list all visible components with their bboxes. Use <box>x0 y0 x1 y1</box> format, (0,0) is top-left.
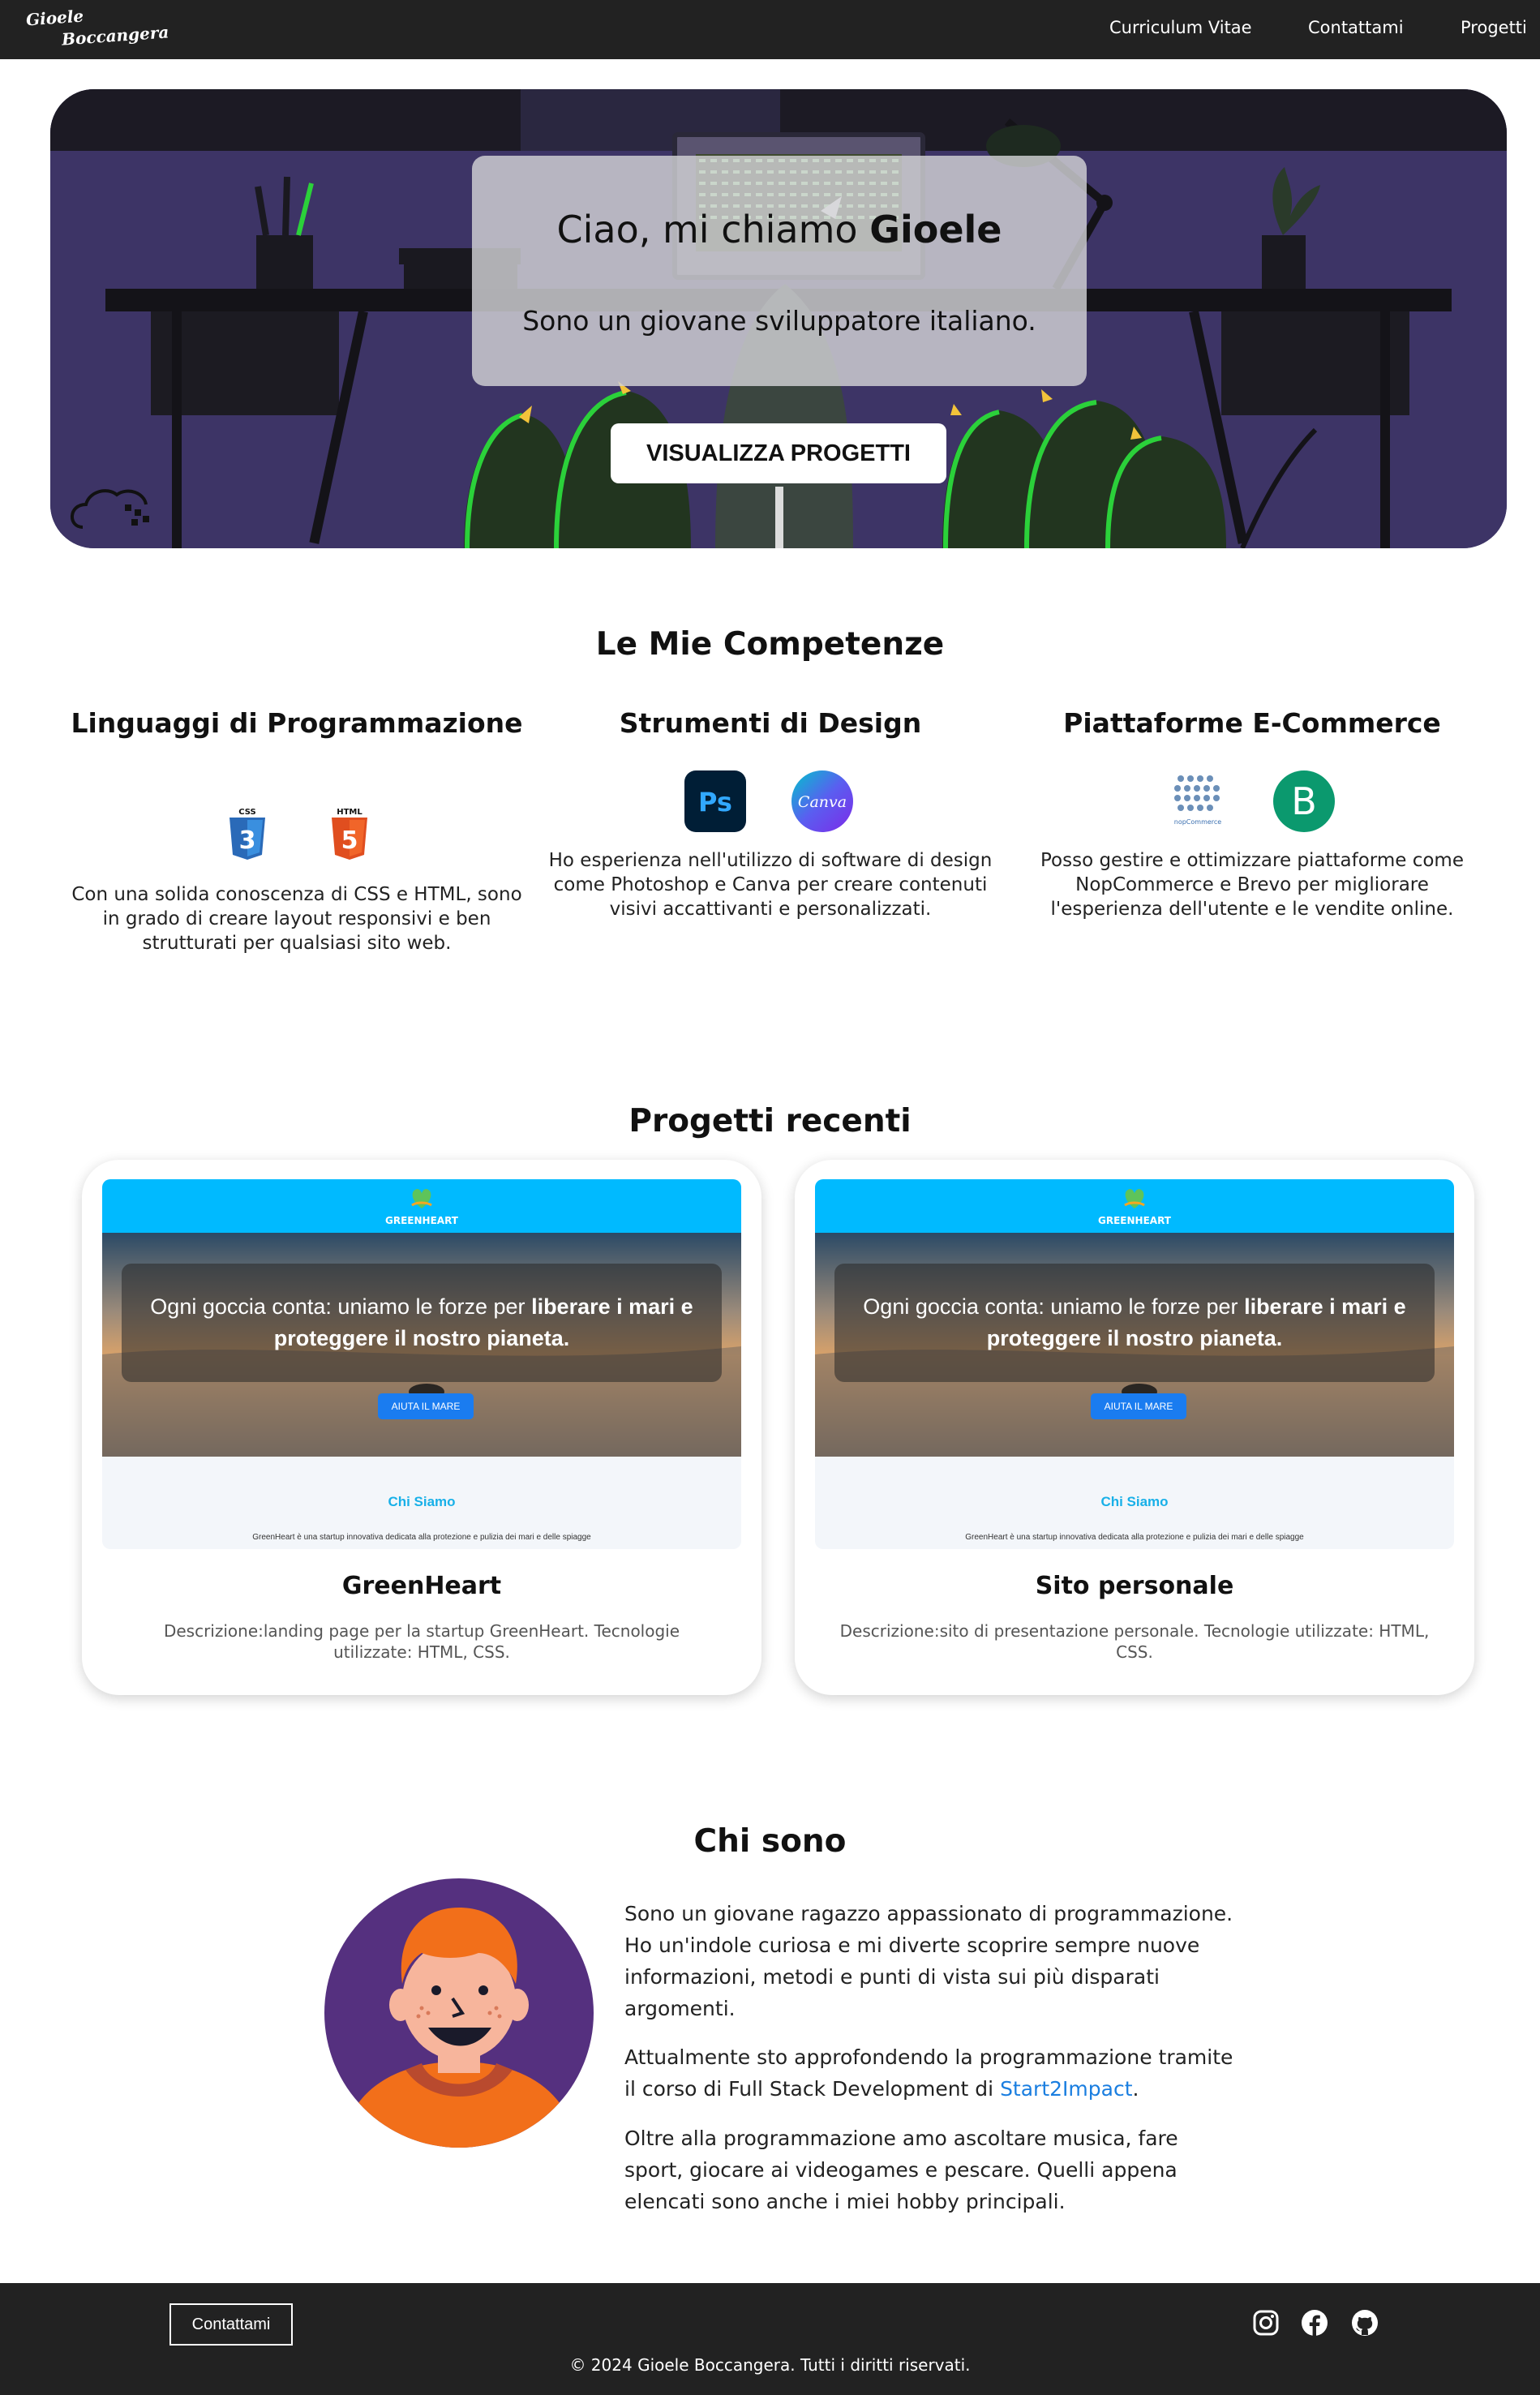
projects-section-title: Progetti recenti <box>628 1103 912 1140</box>
preview-slogan-bold: liberare i mari e <box>1244 1294 1406 1319</box>
nopcommerce-icon: nopCommerce <box>1174 775 1222 826</box>
footer: Contattami © 2024 Gioele Boccangera. Tut… <box>0 2283 1540 2395</box>
css3-icon-label: CSS <box>238 808 255 817</box>
preview-brand: GREENHEART <box>385 1215 458 1226</box>
skill-title: Strumenti di Design <box>619 707 922 739</box>
nav-link-curriculum[interactable]: Curriculum Vitae <box>1109 18 1252 37</box>
canva-icon-label: Canva <box>798 793 847 811</box>
preview-help-button: AIUTA IL MARE <box>378 1393 474 1419</box>
css3-icon: CSS 3 <box>229 808 265 860</box>
skills-section-title: Le Mie Competenze <box>595 626 945 663</box>
css3-icon-glyph: 3 <box>239 826 256 855</box>
hero-banner: Ciao, mi chiamo Gioele Sono un giovane s… <box>50 89 1507 548</box>
footer-contact-button[interactable]: Contattami <box>169 2303 293 2346</box>
preview-about-text: GreenHeart è una startup innovativa dedi… <box>252 1533 591 1542</box>
hero-greeting: Ciao, mi chiamo <box>556 208 870 251</box>
skill-title: Linguaggi di Programmazione <box>71 707 523 739</box>
view-projects-button[interactable]: VISUALIZZA PROGETTI <box>611 423 946 483</box>
project-preview-image: GREENHEART Ogni goccia conta: uniamo le … <box>815 1179 1454 1549</box>
skill-ecommerce-platforms: Piattaforme E-Commerce nopCommerce B Pos… <box>1025 706 1479 920</box>
preview-slogan: Ogni goccia conta: uniamo le forze per l… <box>127 1291 717 1354</box>
facebook-icon[interactable] <box>1301 2309 1328 2337</box>
about-paragraph-1: Sono un giovane ragazzo appassionato di … <box>624 1902 1233 2020</box>
skill-programming-languages: Linguaggi di Programmazione CSS 3 HTML 5… <box>70 706 524 954</box>
skill-title: Piattaforme E-Commerce <box>1063 707 1441 739</box>
instagram-icon[interactable] <box>1252 2309 1280 2337</box>
canva-icon: Canva <box>791 770 853 832</box>
skill-description: Con una solida conoscenza di CSS e HTML,… <box>71 884 522 954</box>
preview-brand: GREENHEART <box>1098 1215 1171 1226</box>
about-section-title: Chi sono <box>693 1823 847 1860</box>
skill-icons-row: nopCommerce B <box>1025 770 1479 835</box>
html5-icon: HTML 5 <box>332 808 367 860</box>
greenheart-logo-icon <box>411 1189 432 1208</box>
about-paragraph-2: Attualmente sto approfondendo la program… <box>624 2041 1241 2105</box>
site-logo[interactable]: Gioele Boccangera <box>24 6 170 52</box>
skill-icons-row: CSS 3 HTML 5 <box>70 806 524 871</box>
html5-icon-glyph: 5 <box>341 826 358 855</box>
project-description: Descrizione:landing page per la startup … <box>163 1621 680 1662</box>
preview-slogan-bold: proteggere il nostro pianeta. <box>986 1326 1283 1350</box>
preview-slogan-bold: proteggere il nostro pianeta. <box>273 1326 570 1350</box>
project-card-greenheart[interactable]: GREENHEART Ogni goccia conta: uniamo le … <box>82 1160 761 1695</box>
hero-name: Gioele <box>869 208 1002 251</box>
logo-line-first: Gioele <box>25 6 84 30</box>
skill-design-tools: Strumenti di Design Ps Canva Ho esperien… <box>543 706 997 920</box>
skill-description: Ho esperienza nell'utilizzo di software … <box>548 850 993 920</box>
copyright-text: © 2024 Gioele Boccangera. Tutti i diritt… <box>569 2355 971 2375</box>
start2impact-link[interactable]: Start2Impact <box>1000 2077 1132 2101</box>
project-preview-image: GREENHEART Ogni goccia conta: uniamo le … <box>102 1179 741 1549</box>
project-card-personal-site[interactable]: GREENHEART Ogni goccia conta: uniamo le … <box>795 1160 1474 1695</box>
photoshop-icon-label: Ps <box>698 787 732 818</box>
html5-icon-label: HTML <box>337 808 362 817</box>
hero-subtitle: Sono un giovane sviluppatore italiano. <box>522 305 1036 337</box>
about-paragraph-3: Oltre alla programmazione amo ascoltare … <box>624 2127 1178 2213</box>
skill-description: Posso gestire e ottimizzare piattaforme … <box>1040 850 1464 920</box>
project-title: Sito personale <box>1035 1572 1234 1600</box>
hero-intro-box: Ciao, mi chiamo Gioele Sono un giovane s… <box>472 156 1087 386</box>
preview-slogan-pre: Ogni goccia conta: uniamo le forze per <box>150 1294 532 1319</box>
brevo-icon: B <box>1273 770 1335 832</box>
skill-icons-row: Ps Canva <box>543 770 997 835</box>
preview-slogan-pre: Ogni goccia conta: uniamo le forze per <box>863 1294 1245 1319</box>
greenheart-logo-icon <box>1124 1189 1145 1208</box>
navbar: Gioele Boccangera Curriculum Vitae Conta… <box>0 0 1540 59</box>
preview-about-text: GreenHeart è una startup innovativa dedi… <box>965 1533 1304 1542</box>
about-paragraph-2-end: . <box>1132 2077 1139 2101</box>
preview-about-title: Chi Siamo <box>388 1494 456 1509</box>
preview-about-title: Chi Siamo <box>1100 1494 1169 1509</box>
github-icon[interactable] <box>1351 2309 1379 2337</box>
nav-link-progetti[interactable]: Progetti <box>1461 18 1527 37</box>
preview-slogan: Ogni goccia conta: uniamo le forze per l… <box>839 1291 1430 1354</box>
project-description: Descrizione:sito di presentazione person… <box>839 1621 1430 1662</box>
photoshop-icon: Ps <box>684 770 746 832</box>
hero-title: Ciao, mi chiamo Gioele <box>472 208 1087 251</box>
avatar <box>324 1878 594 2148</box>
project-title: GreenHeart <box>341 1572 502 1600</box>
logo-line-second: Boccangera <box>61 22 169 49</box>
nopcommerce-icon-label: nopCommerce <box>1174 818 1222 826</box>
nav-link-contattami[interactable]: Contattami <box>1308 18 1404 37</box>
preview-help-button: AIUTA IL MARE <box>1091 1393 1186 1419</box>
brevo-icon-label: B <box>1291 779 1317 823</box>
about-paragraph-2-text: Attualmente sto approfondendo la program… <box>624 2045 1233 2101</box>
preview-slogan-bold: liberare i mari e <box>531 1294 693 1319</box>
